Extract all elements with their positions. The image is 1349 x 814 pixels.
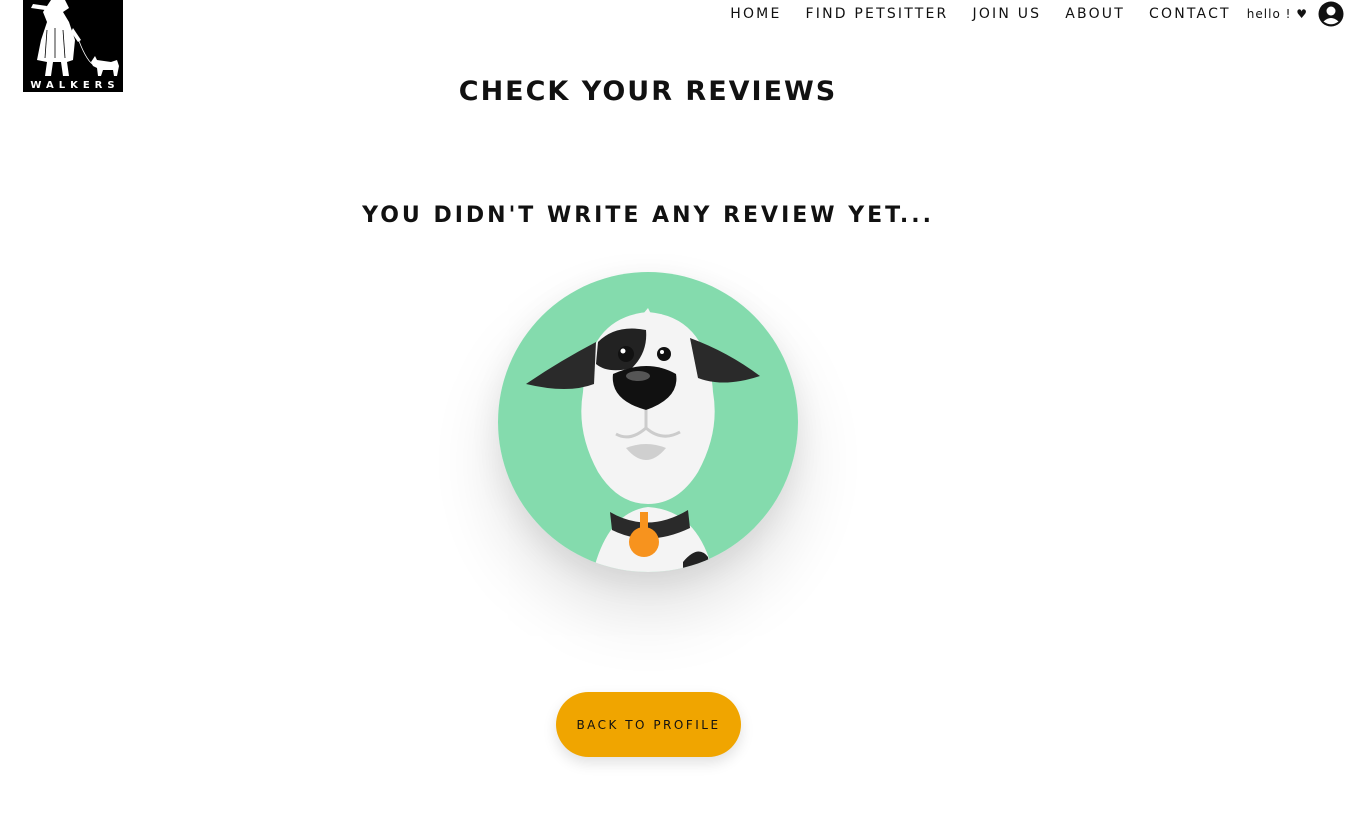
greeting-text: hello ! ♥ — [1246, 7, 1308, 21]
dog-illustration — [498, 272, 798, 572]
page: WALKERS HOME FIND PETSITTER JOIN US ABOU… — [0, 0, 1349, 814]
nav-about[interactable]: ABOUT — [1065, 6, 1125, 22]
empty-reviews-message: YOU DIDN'T WRITE ANY REVIEW YET... — [362, 203, 934, 228]
back-to-profile-button[interactable]: BACK TO PROFILE — [556, 692, 741, 757]
logo-figure-icon — [31, 0, 119, 76]
nav-home[interactable]: HOME — [730, 6, 781, 22]
nav-contact[interactable]: CONTACT — [1149, 6, 1231, 22]
nav-find-petsitter[interactable]: FIND PETSITTER — [806, 6, 949, 22]
dog-face-icon — [498, 272, 798, 572]
nav-join-us[interactable]: JOIN US — [973, 6, 1042, 22]
user-circle-icon[interactable] — [1318, 1, 1344, 27]
page-title: CHECK YOUR REVIEWS — [458, 76, 838, 107]
top-nav: HOME FIND PETSITTER JOIN US ABOUT CONTAC… — [730, 0, 1349, 28]
